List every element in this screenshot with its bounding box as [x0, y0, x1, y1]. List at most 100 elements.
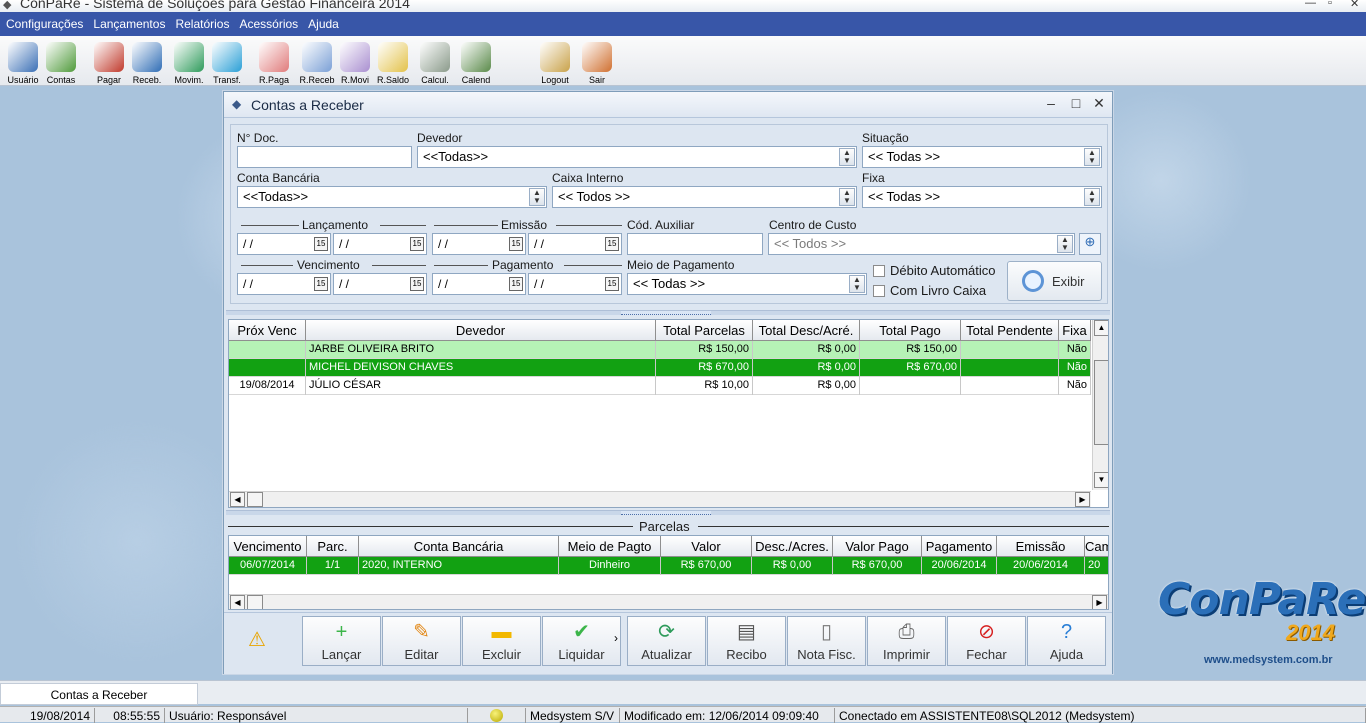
imprimir-button[interactable]: ⎙ Imprimir	[867, 616, 946, 666]
calendar-icon[interactable]: 15	[605, 237, 619, 251]
scroll-up-icon[interactable]: ▲	[1094, 320, 1108, 336]
exibir-button[interactable]: Exibir	[1007, 261, 1102, 301]
codaux-input[interactable]	[627, 233, 763, 255]
notafisc-button[interactable]: ▯ Nota Fisc.	[787, 616, 866, 666]
chevron-right-icon[interactable]: ›	[614, 631, 618, 645]
col-desc-acres[interactable]: Desc./Acres.	[752, 536, 833, 557]
col-cam[interactable]: Cam	[1085, 536, 1108, 557]
fixa-select[interactable]: << Todas >> ▲ ▼	[862, 186, 1102, 208]
calendar-icon[interactable]: 15	[605, 277, 619, 291]
devedor-select[interactable]: <<Todas>> ▲ ▼	[417, 146, 857, 168]
menu-configuracoes[interactable]: Configurações	[6, 17, 83, 31]
col-total-pago[interactable]: Total Pago	[860, 320, 961, 341]
col-fixa[interactable]: Fixa	[1059, 320, 1091, 341]
search-icon[interactable]: ⊕	[1079, 233, 1101, 255]
scroll-thumb[interactable]	[247, 492, 263, 507]
table-row[interactable]: 19/08/2014 JÚLIO CÉSAR R$ 10,00 R$ 0,00 Não	[229, 377, 1091, 395]
emissao-from-date[interactable]: / / 15	[432, 233, 526, 255]
tab-contas-receber[interactable]: Contas a Receber	[0, 683, 198, 705]
scroll-left-icon[interactable]: ◀	[230, 492, 245, 507]
meio-select[interactable]: << Todas >> ▲ ▼	[627, 273, 867, 295]
calendar-icon[interactable]: 15	[410, 237, 424, 251]
livro-checkbox[interactable]	[873, 285, 885, 297]
col-meio-pagto[interactable]: Meio de Pagto	[559, 536, 661, 557]
pagamento-from-date[interactable]: / / 15	[432, 273, 526, 295]
splitter-top[interactable]	[226, 310, 1110, 315]
conta-select[interactable]: <<Todas>> ▲ ▼	[237, 186, 547, 208]
table-row[interactable]: 06/07/2014 1/1 2020, INTERNO Dinheiro R$ 670…	[229, 557, 1108, 575]
lancar-button[interactable]: + Lançar	[302, 616, 381, 666]
splitter-bottom[interactable]	[226, 510, 1110, 515]
calendar-icon[interactable]: 15	[509, 277, 523, 291]
chevron-updown-icon[interactable]: ▲ ▼	[1084, 148, 1100, 166]
table-row[interactable]: MICHEL DEIVISON CHAVES R$ 670,00 R$ 0,00 R$…	[229, 359, 1091, 377]
liquidar-button[interactable]: ✔ Liquidar	[542, 616, 621, 666]
lancamento-to-date[interactable]: / / 15	[333, 233, 427, 255]
scroll-down-icon[interactable]: ▼	[1094, 472, 1108, 488]
fechar-button[interactable]: ⊘ Fechar	[947, 616, 1026, 666]
centro-select[interactable]: << Todos >> ▲ ▼	[768, 233, 1075, 255]
toolbar-rpaga-button[interactable]: R.Paga	[253, 40, 295, 86]
grid-hscroll[interactable]: ◀ ▶	[229, 491, 1091, 507]
menu-relatorios[interactable]: Relatórios	[175, 17, 229, 31]
table-row[interactable]: JARBE OLIVEIRA BRITO R$ 150,00 R$ 0,00 R$ 1…	[229, 341, 1091, 359]
atualizar-button[interactable]: ⟳ Atualizar	[627, 616, 706, 666]
chevron-updown-icon[interactable]: ▲ ▼	[1057, 235, 1073, 253]
scroll-thumb[interactable]	[1094, 360, 1108, 445]
close-icon[interactable]: ✕	[1350, 0, 1359, 10]
col-total-parcelas[interactable]: Total Parcelas	[656, 320, 753, 341]
caixa-select[interactable]: << Todos >> ▲ ▼	[552, 186, 857, 208]
col-parc[interactable]: Parc.	[307, 536, 359, 557]
window-close-icon[interactable]: ✕	[1090, 95, 1108, 112]
pagamento-to-date[interactable]: / / 15	[528, 273, 622, 295]
minimize-icon[interactable]: —	[1305, 0, 1316, 9]
grid-vscroll[interactable]: ▲ ▼	[1092, 320, 1108, 490]
chevron-updown-icon[interactable]: ▲ ▼	[839, 188, 855, 206]
situacao-select[interactable]: << Todas >> ▲ ▼	[862, 146, 1102, 168]
debito-checkbox[interactable]	[873, 265, 885, 277]
toolbar-contas-button[interactable]: Contas	[40, 40, 82, 86]
scroll-right-icon[interactable]: ▶	[1075, 492, 1090, 507]
col-total-desc[interactable]: Total Desc/Acré.	[753, 320, 860, 341]
parcelas-hscroll[interactable]: ◀ ▶	[229, 594, 1108, 609]
calendar-icon[interactable]: 15	[410, 277, 424, 291]
scroll-left-icon[interactable]: ◀	[230, 595, 245, 609]
col-emissao[interactable]: Emissão	[997, 536, 1085, 557]
col-devedor[interactable]: Devedor	[306, 320, 656, 341]
chevron-updown-icon[interactable]: ▲ ▼	[529, 188, 545, 206]
col-valor[interactable]: Valor	[661, 536, 752, 557]
ajuda-button[interactable]: ? Ajuda	[1027, 616, 1106, 666]
col-valor-pago[interactable]: Valor Pago	[833, 536, 922, 557]
calendar-icon[interactable]: 15	[314, 277, 328, 291]
toolbar-sair-button[interactable]: Sair	[576, 40, 618, 86]
editar-button[interactable]: ✎ Editar	[382, 616, 461, 666]
scroll-thumb[interactable]	[247, 595, 263, 609]
window-minimize-icon[interactable]: –	[1042, 95, 1060, 111]
vencimento-from-date[interactable]: / / 15	[237, 273, 331, 295]
col-pagamento[interactable]: Pagamento	[922, 536, 997, 557]
col-conta-bancaria[interactable]: Conta Bancária	[359, 536, 559, 557]
warning-icon[interactable]: ⚠	[248, 627, 266, 652]
maximize-icon[interactable]: ▫	[1328, 0, 1332, 9]
calendar-icon[interactable]: 15	[509, 237, 523, 251]
chevron-updown-icon[interactable]: ▲ ▼	[1084, 188, 1100, 206]
splitter-handle[interactable]	[621, 311, 711, 315]
window-maximize-icon[interactable]: □	[1067, 95, 1085, 111]
chevron-updown-icon[interactable]: ▲ ▼	[849, 275, 865, 293]
ndoc-input[interactable]	[237, 146, 412, 168]
toolbar-calend-button[interactable]: Calend	[455, 40, 497, 86]
menu-ajuda[interactable]: Ajuda	[308, 17, 339, 31]
col-total-pendente[interactable]: Total Pendente	[961, 320, 1059, 341]
col-vencimento[interactable]: Vencimento	[229, 536, 307, 557]
chevron-updown-icon[interactable]: ▲ ▼	[839, 148, 855, 166]
recibo-button[interactable]: ▤ Recibo	[707, 616, 786, 666]
lancamento-from-date[interactable]: / / 15	[237, 233, 331, 255]
toolbar-transf-button[interactable]: Transf.	[206, 40, 248, 86]
menu-acessorios[interactable]: Acessórios	[239, 17, 298, 31]
scroll-right-icon[interactable]: ▶	[1092, 595, 1107, 609]
emissao-to-date[interactable]: / / 15	[528, 233, 622, 255]
vencimento-to-date[interactable]: / / 15	[333, 273, 427, 295]
splitter-handle[interactable]	[621, 511, 711, 515]
calendar-icon[interactable]: 15	[314, 237, 328, 251]
col-prox-venc[interactable]: Próx Venc	[229, 320, 306, 341]
